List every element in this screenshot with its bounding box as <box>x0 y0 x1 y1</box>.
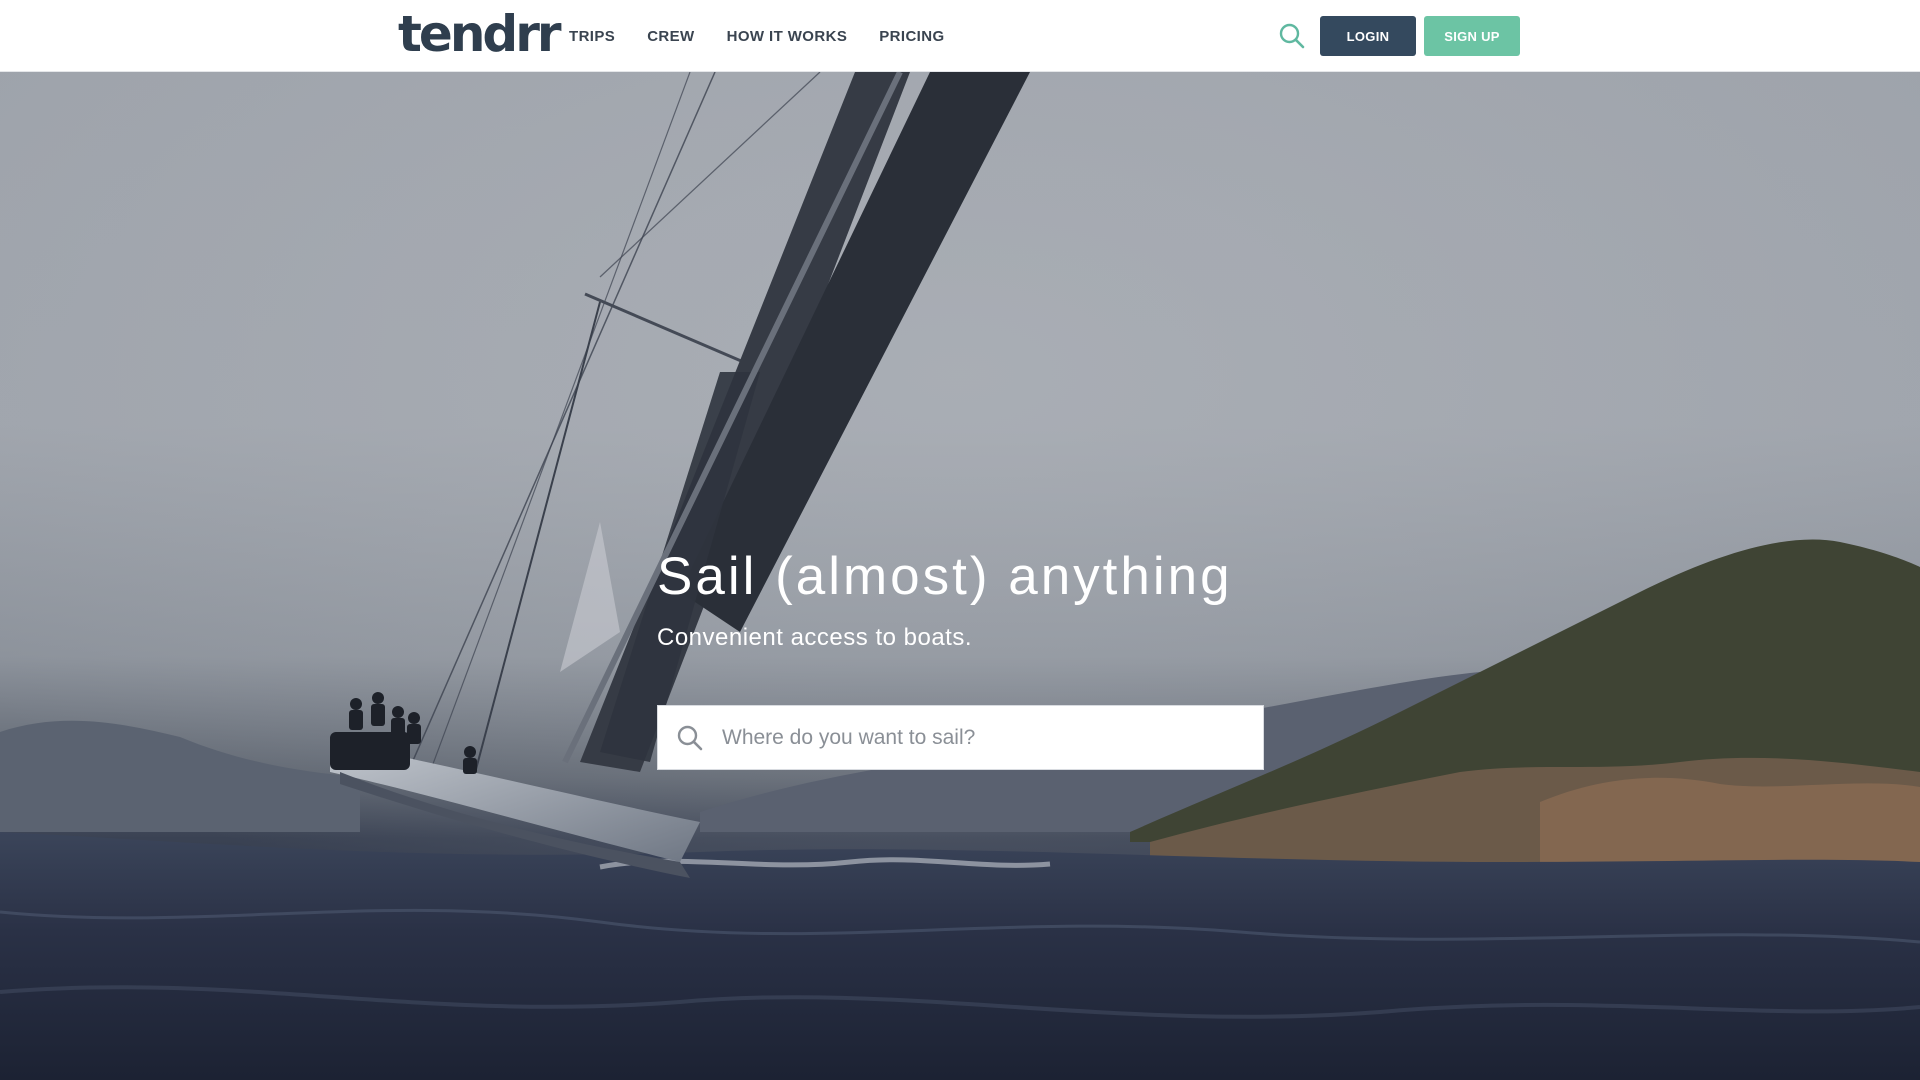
login-button[interactable]: LOGIN <box>1320 16 1416 56</box>
tendrr-logo[interactable]: tendrr <box>398 6 562 62</box>
hero-subtitle: Convenient access to boats. <box>657 624 973 651</box>
top-navbar: tendrr TRIPS CREW HOW IT WORKS PRICING L… <box>0 0 1920 72</box>
signup-button[interactable]: SIGN UP <box>1424 16 1520 56</box>
hero-title: Sail (almost) anything <box>657 547 1233 606</box>
nav-link-crew[interactable]: CREW <box>647 28 694 45</box>
search-icon[interactable] <box>1278 22 1306 50</box>
nav-link-how-it-works[interactable]: HOW IT WORKS <box>727 28 848 45</box>
destination-search-box[interactable] <box>657 705 1264 770</box>
nav-link-pricing[interactable]: PRICING <box>879 28 944 45</box>
destination-search-input[interactable] <box>722 706 1252 769</box>
search-icon <box>676 724 704 752</box>
hero-section: Sail (almost) anything Convenient access… <box>0 72 1920 1080</box>
main-nav: TRIPS CREW HOW IT WORKS PRICING <box>569 0 945 72</box>
nav-link-trips[interactable]: TRIPS <box>569 28 615 45</box>
